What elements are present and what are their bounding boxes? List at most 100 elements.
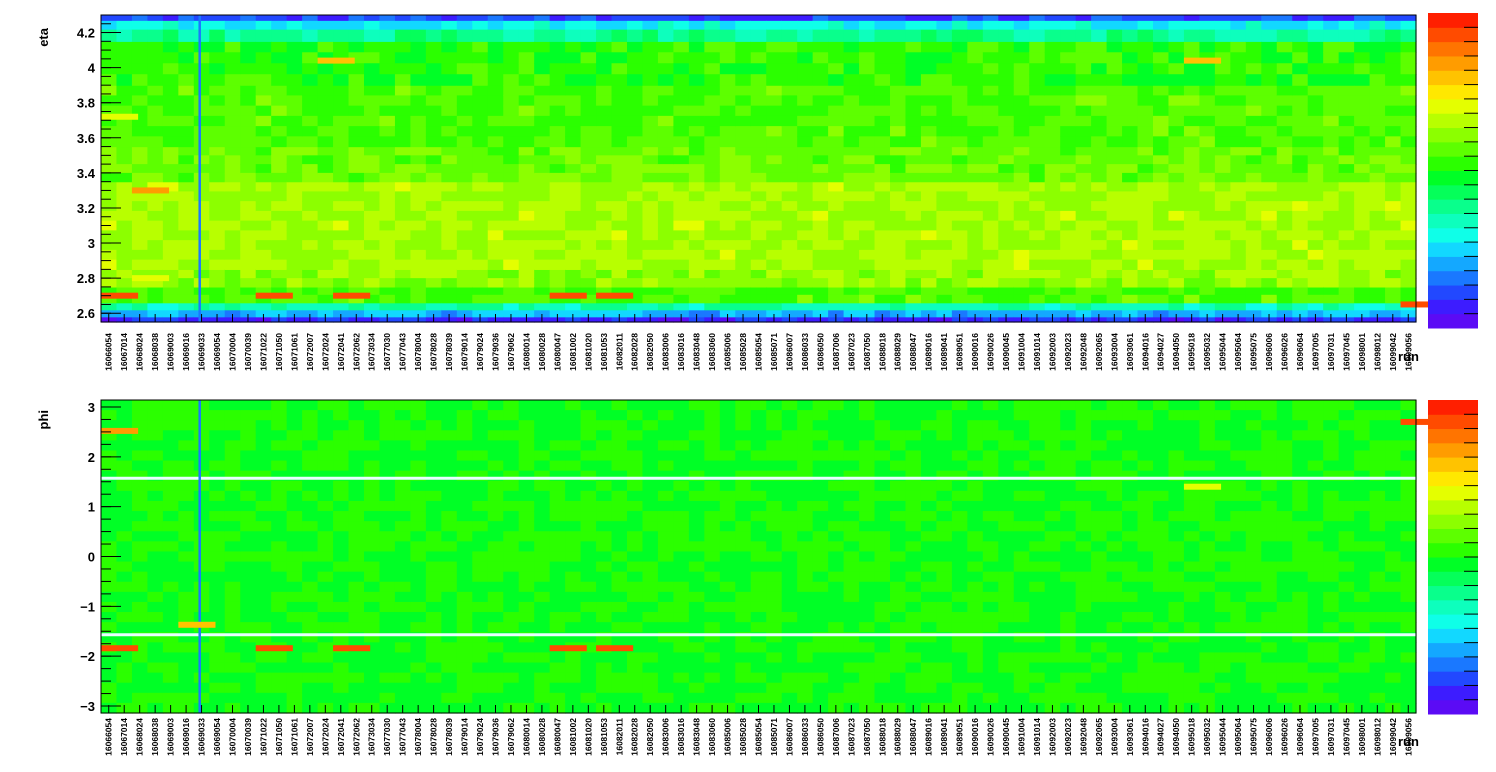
heatmap-cell	[874, 531, 891, 542]
heatmap-cell	[131, 450, 149, 462]
heatmap-cell	[766, 642, 783, 654]
run-label: 16096064	[1295, 333, 1305, 371]
heatmap-cell	[286, 155, 303, 165]
heatmap-cell	[1292, 181, 1309, 193]
heatmap-cell	[890, 269, 907, 279]
heatmap-cell	[394, 278, 412, 288]
heatmap-cell	[936, 240, 953, 251]
heatmap-cell	[828, 400, 845, 411]
heatmap-cell	[936, 672, 953, 684]
heatmap-cell	[828, 692, 845, 704]
heatmap-cell	[719, 29, 736, 42]
heatmap-cell	[1091, 85, 1108, 96]
heatmap-cell	[209, 249, 226, 261]
heatmap-cell	[1261, 278, 1278, 288]
heatmap-cell	[1153, 210, 1170, 222]
heatmap-cell	[905, 41, 922, 53]
heatmap-cell	[580, 63, 597, 75]
heatmap-cell	[1400, 20, 1417, 30]
heatmap-cell	[627, 15, 644, 21]
heatmap-cell	[998, 612, 1015, 623]
heatmap-cell	[425, 15, 442, 21]
heatmap-cell	[456, 240, 473, 251]
heatmap-cell	[472, 692, 489, 704]
heatmap-cell	[890, 259, 907, 270]
heatmap-cell	[534, 511, 551, 522]
heatmap-cell	[580, 146, 597, 156]
heatmap-cell	[859, 531, 876, 542]
heatmap-cell	[317, 460, 334, 472]
heatmap-cell	[874, 15, 891, 21]
heatmap-cell	[781, 511, 798, 522]
heatmap-cell	[101, 682, 118, 694]
heatmap-cell	[781, 269, 798, 279]
heatmap-cell	[998, 591, 1015, 603]
heatmap-cell	[1106, 136, 1123, 148]
heatmap-cell	[518, 20, 535, 30]
heatmap-cell	[333, 511, 350, 522]
heatmap-cell	[410, 240, 427, 251]
heatmap-cell	[116, 15, 133, 21]
heatmap-cell	[147, 440, 164, 452]
heatmap-cell	[333, 470, 350, 482]
heatmap-cell	[657, 240, 675, 251]
heatmap-cell	[1106, 201, 1123, 212]
heatmap-cell	[549, 126, 566, 137]
heatmap-cell	[627, 29, 644, 42]
heatmap-cell	[1199, 15, 1216, 21]
heatmap-cell	[1307, 15, 1324, 21]
heatmap-cell	[1060, 220, 1077, 231]
heatmap-cell	[101, 470, 118, 482]
heatmap-cell	[379, 511, 396, 522]
heatmap-cell	[596, 126, 613, 137]
heatmap-cell	[472, 500, 489, 512]
y-tick-label: 4.2	[77, 26, 95, 41]
heatmap-cell	[333, 20, 350, 30]
heatmap-cell	[549, 622, 566, 633]
heatmap-cell	[518, 430, 535, 441]
heatmap-cell	[1137, 146, 1154, 156]
eta-heatmap-cells	[101, 15, 1438, 323]
heatmap-cell	[1091, 146, 1108, 156]
heatmap-cell	[936, 500, 953, 512]
heatmap-cell	[487, 210, 504, 222]
heatmap-cell	[487, 249, 504, 261]
heatmap-cell	[379, 440, 396, 452]
heatmap-cell	[394, 480, 412, 492]
heatmap-cell	[472, 410, 489, 421]
heatmap-cell	[487, 240, 504, 251]
heatmap-cell	[982, 29, 999, 42]
heatmap-cell	[812, 551, 829, 563]
heatmap-cell	[627, 210, 644, 222]
heatmap-cell	[518, 278, 535, 288]
heatmap-cell	[688, 511, 705, 522]
heatmap-cell	[487, 551, 504, 563]
heatmap-cell	[982, 74, 999, 86]
heatmap-cell	[364, 571, 381, 583]
heatmap-cell	[611, 511, 628, 522]
heatmap-cell	[688, 240, 705, 251]
heatmap-cell	[224, 571, 241, 583]
heatmap-cell	[1122, 164, 1139, 174]
heatmap-cell	[1122, 286, 1139, 296]
heatmap-cell	[1400, 126, 1417, 137]
heatmap-cell	[657, 126, 675, 137]
heatmap-cell	[271, 662, 288, 674]
heatmap-cell	[657, 115, 675, 127]
heatmap-cell	[580, 531, 597, 542]
heatmap-cell	[162, 450, 179, 462]
heatmap-cell	[518, 52, 535, 64]
heatmap-cell	[998, 521, 1015, 532]
heatmap-cell	[518, 15, 535, 21]
heatmap-cell	[240, 105, 257, 117]
heatmap-cell	[750, 500, 767, 512]
heatmap-cell	[1261, 181, 1278, 193]
heatmap-cell	[673, 500, 690, 512]
heatmap-cell	[611, 74, 628, 86]
heatmap-cell	[410, 126, 427, 137]
heatmap-cell	[642, 490, 659, 502]
heatmap-cell	[379, 541, 396, 553]
heatmap-cell	[920, 460, 938, 472]
heatmap-cell	[209, 400, 226, 411]
heatmap-cell	[905, 181, 922, 193]
